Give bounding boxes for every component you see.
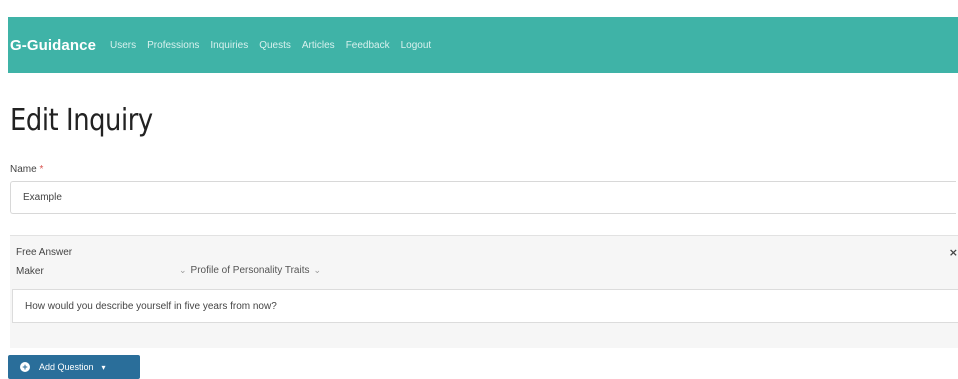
caret-down-icon: ▾ [101, 362, 106, 372]
trait-select-value: Profile of Personality Traits [190, 265, 310, 276]
remove-question-icon[interactable]: × [949, 246, 958, 259]
trait-select[interactable]: ⌄ Profile of Personality Traits ⌄ [175, 265, 325, 276]
question-type-label: Free Answer [16, 247, 73, 258]
plus-circle-icon: + [20, 362, 30, 372]
question-text-input[interactable] [12, 289, 958, 323]
nav-link-users[interactable]: Users [110, 40, 136, 51]
question-panel: Free Answer × Maker ⌄ Profile of Personal… [10, 235, 958, 348]
nav-link-professions[interactable]: Professions [147, 40, 199, 51]
name-input[interactable] [10, 181, 956, 214]
nav-link-inquiries[interactable]: Inquiries [210, 40, 248, 51]
add-question-label: Add Question [39, 362, 94, 372]
navbar: G-Guidance Users Professions Inquiries Q… [8, 17, 958, 73]
chevron-down-icon: ⌄ [313, 265, 322, 275]
name-label-text: Name [10, 164, 37, 175]
chevron-down-icon: ⌄ [179, 265, 187, 275]
question-category: Maker [16, 266, 44, 277]
add-question-button[interactable]: + Add Question ▾ [8, 355, 140, 379]
nav-link-logout[interactable]: Logout [401, 40, 432, 51]
nav-links: Users Professions Inquiries Quests Artic… [110, 40, 431, 51]
name-label: Name * [10, 164, 43, 175]
nav-link-quests[interactable]: Quests [259, 40, 291, 51]
nav-link-feedback[interactable]: Feedback [346, 40, 390, 51]
brand-logo[interactable]: G-Guidance [10, 37, 96, 54]
page-title: Edit Inquiry [10, 103, 153, 138]
required-mark: * [39, 164, 44, 175]
nav-link-articles[interactable]: Articles [302, 40, 335, 51]
